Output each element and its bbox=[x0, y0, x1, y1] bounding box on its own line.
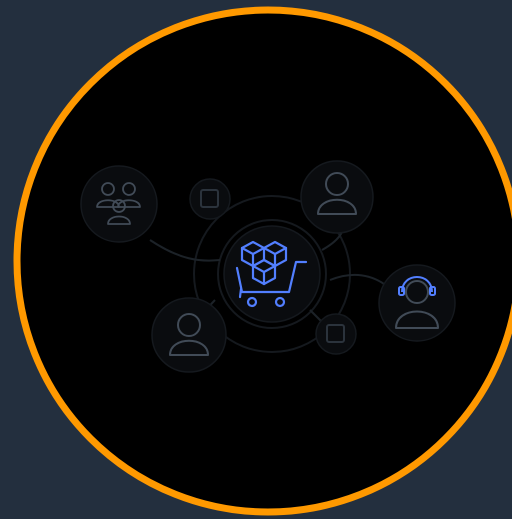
illustration-stage bbox=[0, 0, 512, 519]
ecommerce-network-illustration bbox=[13, 6, 512, 516]
